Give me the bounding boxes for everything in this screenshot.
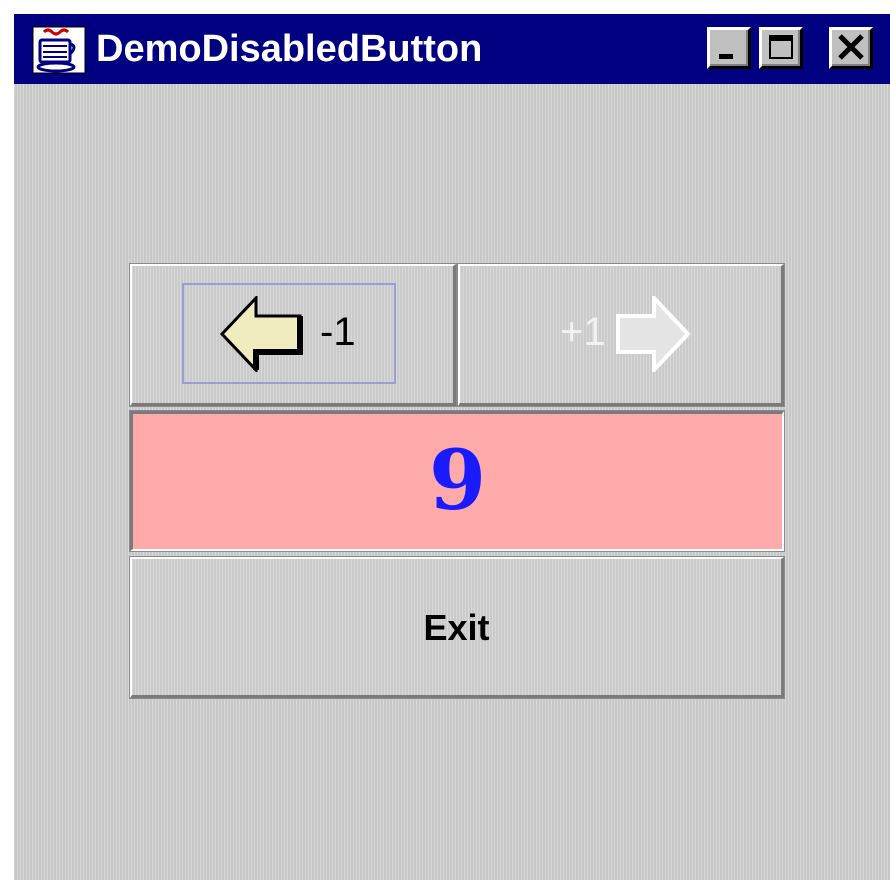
close-icon <box>838 34 864 60</box>
minimize-icon <box>719 54 733 59</box>
counter-display: 9 <box>129 410 785 552</box>
right-arrow-icon <box>612 292 692 377</box>
window-title: DemoDisabledButton <box>96 28 483 70</box>
close-button[interactable] <box>829 27 873 69</box>
exit-button[interactable]: Exit <box>129 556 785 699</box>
maximize-icon <box>769 35 793 59</box>
maximize-button[interactable] <box>759 27 803 69</box>
minimize-button[interactable] <box>707 27 751 69</box>
decrement-button[interactable]: -1 <box>129 263 457 407</box>
app-window: DemoDisabledButton -1 +1 9 Exit <box>12 12 890 880</box>
increment-button: +1 <box>457 263 785 407</box>
java-cup-icon[interactable] <box>32 26 86 74</box>
counter-value: 9 <box>428 433 487 529</box>
title-bar[interactable]: DemoDisabledButton <box>14 14 890 84</box>
exit-label: Exit <box>423 607 490 648</box>
increment-label: +1 <box>560 310 606 354</box>
decrement-label: -1 <box>320 310 356 354</box>
left-arrow-icon <box>219 294 310 377</box>
